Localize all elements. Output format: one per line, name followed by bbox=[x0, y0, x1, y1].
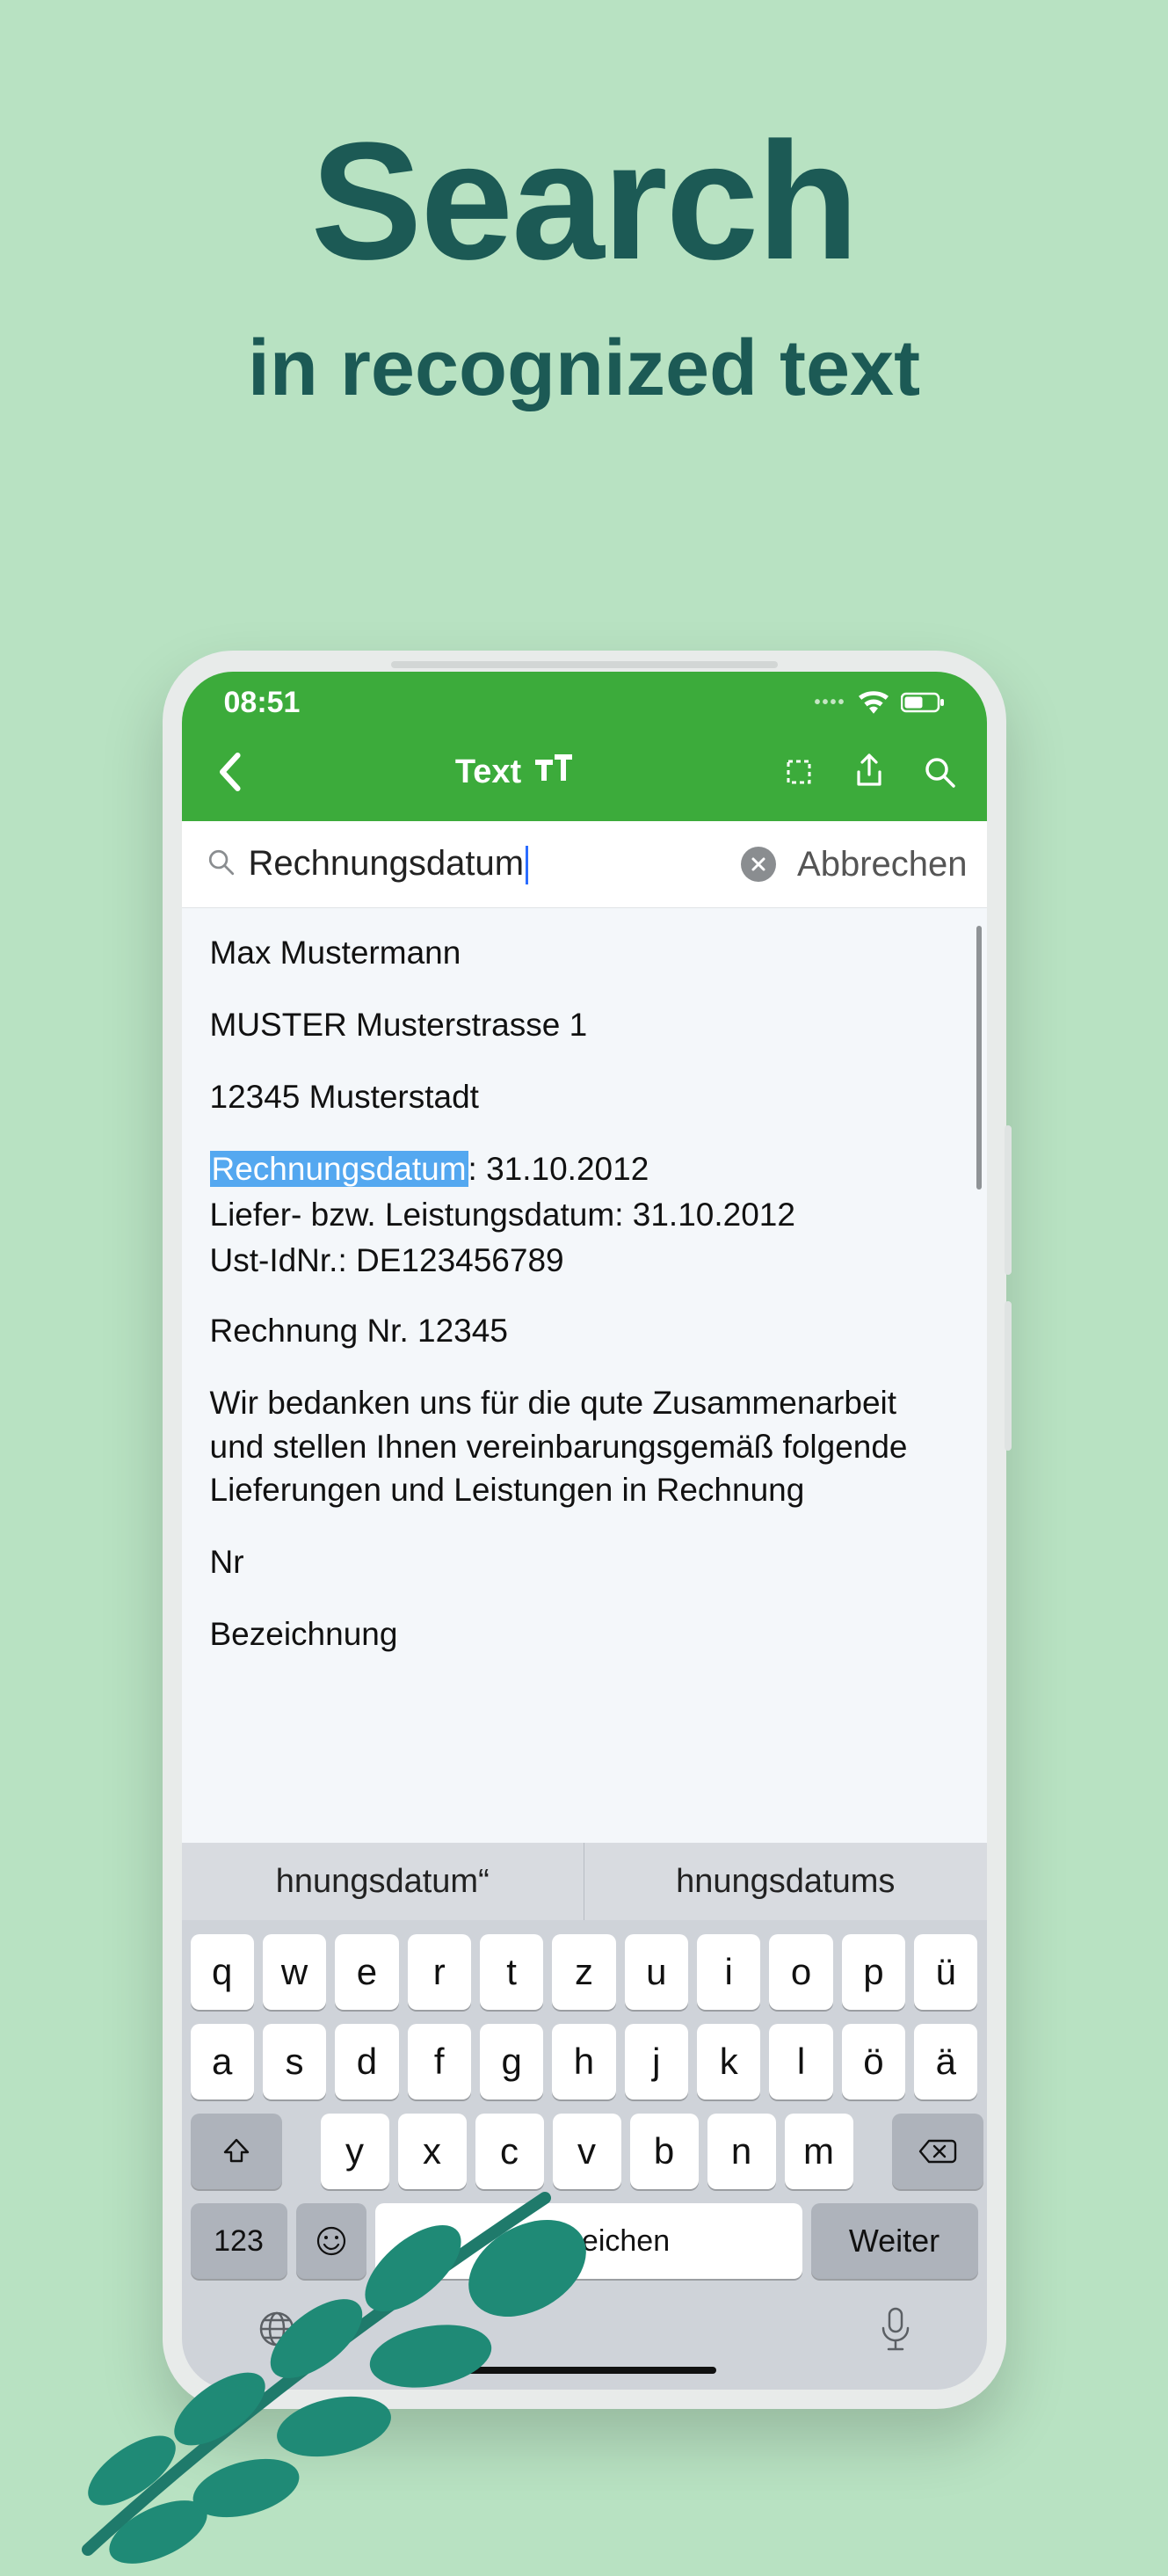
home-indicator[interactable] bbox=[453, 2367, 716, 2374]
doc-lieferdatum-line: Liefer- bzw. Leistungsdatum: 31.10.2012 bbox=[210, 1193, 959, 1237]
emoji-key[interactable] bbox=[296, 2203, 366, 2279]
crop-icon[interactable] bbox=[776, 749, 822, 795]
hero-subtitle: in recognized text bbox=[0, 325, 1168, 412]
phone-frame: 08:51 •••• Text bbox=[163, 651, 1006, 2409]
key-v[interactable]: v bbox=[553, 2114, 621, 2189]
key-t[interactable]: t bbox=[480, 1934, 543, 2010]
clear-icon[interactable] bbox=[741, 847, 776, 882]
doc-body: Wir bedanken uns für die qute Zusammenar… bbox=[210, 1381, 959, 1513]
text-caret bbox=[526, 846, 528, 884]
key-d[interactable]: d bbox=[335, 2024, 398, 2099]
key-c[interactable]: c bbox=[475, 2114, 544, 2189]
key-o[interactable]: o bbox=[769, 1934, 832, 2010]
key-s[interactable]: s bbox=[263, 2024, 326, 2099]
key-k[interactable]: k bbox=[697, 2024, 760, 2099]
screen-title: Text bbox=[455, 753, 521, 791]
key-m[interactable]: m bbox=[785, 2114, 853, 2189]
shift-key[interactable] bbox=[191, 2114, 282, 2189]
toolbar: Text bbox=[182, 733, 987, 821]
text-size-icon[interactable] bbox=[533, 753, 572, 791]
side-button bbox=[1005, 1301, 1012, 1451]
suggestion-item[interactable]: hnungsdatum“ bbox=[182, 1843, 585, 1920]
clock: 08:51 bbox=[224, 686, 301, 720]
side-button bbox=[1005, 1125, 1012, 1275]
key-row-1: q w e r t z u i o p ü bbox=[191, 1934, 978, 2010]
doc-city: 12345 Musterstadt bbox=[210, 1075, 959, 1119]
doc-street: MUSTER Musterstrasse 1 bbox=[210, 1003, 959, 1047]
cancel-button[interactable]: Abbrechen bbox=[797, 845, 967, 884]
signal-dots-icon: •••• bbox=[814, 693, 845, 713]
key-u[interactable]: u bbox=[625, 1934, 688, 2010]
search-field[interactable]: Rechnungsdatum bbox=[201, 833, 782, 895]
key-b[interactable]: b bbox=[630, 2114, 699, 2189]
key-j[interactable]: j bbox=[625, 2024, 688, 2099]
suggestion-bar: hnungsdatum“ hnungsdatums bbox=[182, 1843, 987, 1920]
key-y[interactable]: y bbox=[321, 2114, 389, 2189]
search-icon[interactable] bbox=[917, 749, 962, 795]
keyboard: hnungsdatum“ hnungsdatums q w e r t z u … bbox=[182, 1843, 987, 2390]
key-h[interactable]: h bbox=[552, 2024, 615, 2099]
screen: 08:51 •••• Text bbox=[182, 672, 987, 2390]
doc-ust-line: Ust-IdNr.: DE123456789 bbox=[210, 1239, 959, 1283]
key-l[interactable]: l bbox=[769, 2024, 832, 2099]
key-w[interactable]: w bbox=[263, 1934, 326, 2010]
key-ue[interactable]: ü bbox=[914, 1934, 977, 2010]
suggestion-item[interactable]: hnungsdatums bbox=[584, 1843, 987, 1920]
key-i[interactable]: i bbox=[697, 1934, 760, 2010]
key-row-3: y x c v b n m bbox=[191, 2114, 978, 2189]
space-key[interactable]: Leerzeichen bbox=[375, 2203, 802, 2279]
speaker-grille bbox=[391, 661, 778, 668]
key-r[interactable]: r bbox=[408, 1934, 471, 2010]
scroll-indicator[interactable] bbox=[976, 926, 982, 1190]
doc-rechnung-nr: Rechnung Nr. 12345 bbox=[210, 1309, 959, 1353]
backspace-key[interactable] bbox=[892, 2114, 983, 2189]
key-e[interactable]: e bbox=[335, 1934, 398, 2010]
key-row-bottom: 123 Leerzeichen Weiter bbox=[182, 2203, 987, 2293]
status-bar: 08:51 •••• bbox=[182, 672, 987, 733]
key-n[interactable]: n bbox=[707, 2114, 776, 2189]
numeric-key[interactable]: 123 bbox=[191, 2203, 287, 2279]
search-highlight: Rechnungsdatum bbox=[210, 1151, 468, 1187]
hero-title: Search bbox=[0, 114, 1168, 290]
enter-key[interactable]: Weiter bbox=[811, 2203, 978, 2279]
magnifier-icon bbox=[207, 848, 236, 882]
app-header: 08:51 •••• Text bbox=[182, 672, 987, 821]
document-content[interactable]: Max Mustermann MUSTER Musterstrasse 1 12… bbox=[182, 908, 987, 1843]
key-z[interactable]: z bbox=[552, 1934, 615, 2010]
search-bar: Rechnungsdatum Abbrechen bbox=[182, 821, 987, 908]
mic-icon[interactable] bbox=[878, 2305, 913, 2357]
wifi-icon bbox=[859, 691, 889, 714]
key-x[interactable]: x bbox=[398, 2114, 467, 2189]
key-g[interactable]: g bbox=[480, 2024, 543, 2099]
doc-name: Max Mustermann bbox=[210, 931, 959, 975]
globe-icon[interactable] bbox=[256, 2308, 298, 2354]
key-row-2: a s d f g h j k l ö ä bbox=[191, 2024, 978, 2099]
share-icon[interactable] bbox=[846, 749, 892, 795]
key-p[interactable]: p bbox=[842, 1934, 905, 2010]
key-f[interactable]: f bbox=[408, 2024, 471, 2099]
search-input-text[interactable]: Rechnungsdatum bbox=[249, 844, 729, 884]
doc-nr-label: Nr bbox=[210, 1540, 959, 1584]
back-button[interactable] bbox=[207, 749, 252, 795]
key-q[interactable]: q bbox=[191, 1934, 254, 2010]
doc-bez-label: Bezeichnung bbox=[210, 1612, 959, 1656]
battery-icon bbox=[901, 692, 945, 713]
doc-rechnungsdatum-line: Rechnungsdatum: 31.10.2012 bbox=[210, 1147, 959, 1191]
keyboard-footer bbox=[182, 2293, 987, 2390]
key-ae[interactable]: ä bbox=[914, 2024, 977, 2099]
key-a[interactable]: a bbox=[191, 2024, 254, 2099]
key-oe[interactable]: ö bbox=[842, 2024, 905, 2099]
